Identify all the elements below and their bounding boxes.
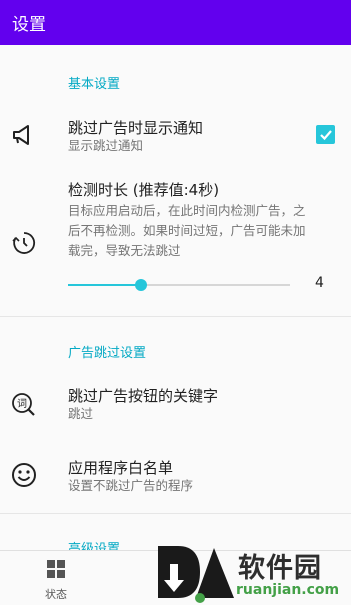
keyword-search-icon: 词 [10, 391, 38, 419]
section-header-basic: 基本设置 [68, 77, 121, 92]
pref-keywords[interactable]: 词 跳过广告按钮的关键字 跳过 [0, 379, 351, 429]
checkmark-icon [319, 129, 332, 140]
grid-icon [47, 560, 65, 578]
pref-detect-duration[interactable]: 检测时长 (推荐值:4秒) 目标应用启动后，在此时间内检测广告，之 后不再检测。… [0, 173, 351, 303]
slider-fill [68, 284, 142, 286]
section-header-advanced: 高级设置 [68, 542, 121, 550]
timer-icon [10, 229, 38, 257]
settings-list[interactable]: 基本设置 跳过广告时显示通知 显示跳过通知 检测时长 (推荐值:4秒) 目标应用… [0, 45, 351, 550]
watermark-text: 软件园 [238, 553, 322, 584]
pref-show-notification[interactable]: 跳过广告时显示通知 显示跳过通知 [0, 107, 351, 157]
pref-summary: 跳过 [68, 406, 94, 421]
watermark-url: ruanjian.com [236, 582, 340, 598]
show-notification-checkbox[interactable] [316, 125, 335, 144]
duration-slider[interactable] [68, 279, 290, 291]
tab-status-label: 状态 [45, 588, 67, 601]
pref-title: 检测时长 (推荐值:4秒) [68, 181, 220, 199]
pref-summary-line-2: 后不再检测。如果时间过短，广告可能未加 [68, 223, 306, 238]
pref-title: 跳过广告时显示通知 [68, 119, 204, 137]
svg-text:词: 词 [17, 398, 27, 410]
pref-summary: 显示跳过通知 [68, 138, 144, 153]
pref-whitelist[interactable]: 应用程序白名单 设置不跳过广告的程序 [0, 451, 351, 501]
pref-title: 跳过广告按钮的关键字 [68, 387, 219, 405]
pref-summary-line-3: 载完，导致无法跳过 [68, 243, 181, 258]
page-title: 设置 [12, 15, 46, 35]
divider [0, 316, 351, 317]
pref-title: 应用程序白名单 [68, 459, 174, 477]
section-header-ad-skip: 广告跳过设置 [68, 346, 147, 361]
watermark-logo [158, 546, 234, 603]
divider [0, 513, 351, 514]
tab-status[interactable]: 状态 [26, 559, 86, 602]
watermark: 软件园 ruanjian.com [152, 540, 351, 605]
pref-summary-line-1: 目标应用启动后，在此时间内检测广告，之 [68, 203, 306, 218]
smiley-icon [10, 461, 38, 489]
megaphone-icon [10, 121, 38, 149]
slider-thumb[interactable] [135, 279, 148, 291]
pref-summary: 设置不跳过广告的程序 [68, 478, 194, 493]
app-bar: 设置 [0, 0, 351, 45]
slider-value: 4 [315, 275, 324, 291]
